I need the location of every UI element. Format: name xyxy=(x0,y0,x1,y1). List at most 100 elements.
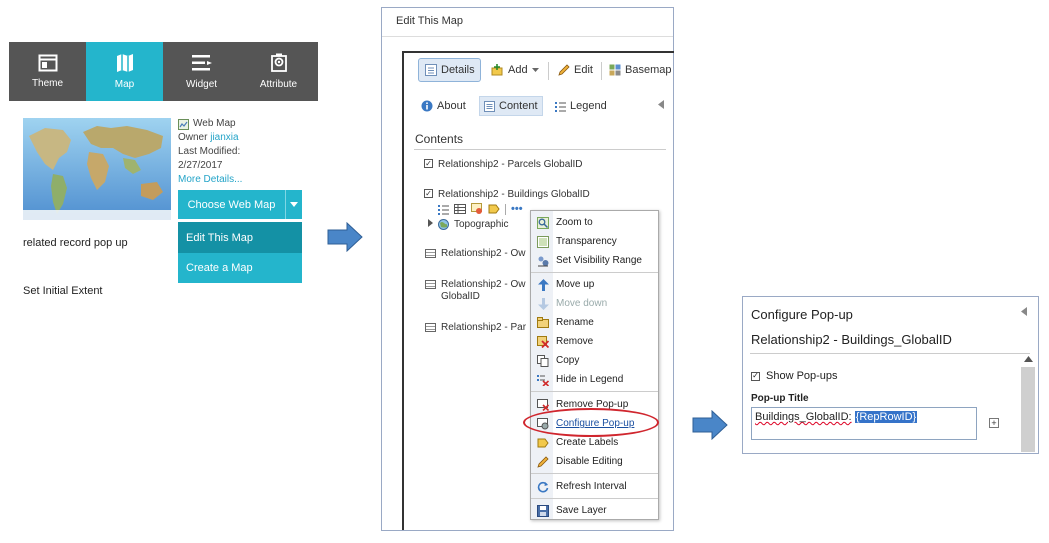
layer-name: Relationship2 - Parcels GlobalID xyxy=(438,159,583,170)
menu-item-copy[interactable]: Copy xyxy=(531,351,658,370)
divider xyxy=(414,149,666,150)
add-field-plus-icon[interactable]: + xyxy=(989,418,999,428)
menu-separator xyxy=(531,272,658,273)
show-popups-checkbox[interactable]: ✓ xyxy=(751,371,760,381)
choose-web-map-button[interactable]: Choose Web Map xyxy=(178,190,302,219)
tab-attribute-label: Attribute xyxy=(259,79,298,90)
menu-item-set-visibility-range[interactable]: Set Visibility Range xyxy=(531,251,658,270)
menu-item-move-down: Move down xyxy=(531,294,658,313)
collapse-panel-icon[interactable] xyxy=(658,100,664,109)
label-icon[interactable] xyxy=(488,203,500,215)
layer-name: Relationship2 - Buildings GlobalID xyxy=(438,189,590,200)
menu-item-label: Refresh Interval xyxy=(556,481,627,492)
add-button[interactable]: Add xyxy=(491,64,539,76)
scroll-up-icon[interactable] xyxy=(1024,356,1033,362)
table-icon xyxy=(425,249,436,258)
popup-icon[interactable] xyxy=(471,203,483,215)
tab-map[interactable]: Map xyxy=(86,42,163,101)
chevron-down-icon[interactable] xyxy=(285,190,302,219)
details-icon xyxy=(425,64,437,76)
set-initial-extent-label[interactable]: Set Initial Extent xyxy=(23,285,103,297)
menu-item-label: Copy xyxy=(556,355,580,366)
menu-item-rename[interactable]: Rename xyxy=(531,313,658,332)
layer-visibility-checkbox[interactable]: ✓ xyxy=(424,159,433,168)
menu-item-move-up[interactable]: Move up xyxy=(531,275,658,294)
layer-item-topographic[interactable]: Topographic xyxy=(428,219,508,230)
basemap-icon xyxy=(609,64,621,76)
create-a-map-menu-item[interactable]: Create a Map xyxy=(178,253,302,283)
right-arrow-icon xyxy=(692,410,728,440)
basemap-globe-icon xyxy=(438,219,449,230)
layer-name: Topographic xyxy=(454,219,509,230)
theme-icon xyxy=(38,54,57,72)
web-map-icon xyxy=(178,118,189,130)
edit-map-title: Edit This Map xyxy=(396,15,464,27)
expand-arrow-icon[interactable] xyxy=(428,219,433,227)
transparency-icon xyxy=(537,235,549,248)
layer-name: Relationship2 - Ow xyxy=(441,279,526,290)
toolbar-separator xyxy=(601,62,602,80)
menu-item-save-layer[interactable]: Save Layer xyxy=(531,501,658,520)
edit-button[interactable]: Edit xyxy=(558,64,593,76)
rename-icon xyxy=(537,317,549,328)
owner-link[interactable]: jianxia xyxy=(210,132,238,143)
menu-item-transparency[interactable]: Transparency xyxy=(531,232,658,251)
tab-about[interactable]: About xyxy=(421,96,466,116)
menu-item-label: Move up xyxy=(556,279,595,290)
layer-item-buildings[interactable]: ✓ Relationship2 - Buildings GlobalID xyxy=(424,189,590,200)
collapse-panel-icon[interactable] xyxy=(1021,307,1027,316)
details-button[interactable]: Details xyxy=(418,58,481,82)
tab-attribute[interactable]: Attribute xyxy=(240,42,317,101)
layer-visibility-checkbox[interactable]: ✓ xyxy=(424,189,433,198)
layer-item-parcels-table[interactable]: Relationship2 - Par xyxy=(425,322,526,333)
menu-item-zoom-to[interactable]: Zoom to xyxy=(531,213,658,232)
divider xyxy=(382,36,673,37)
tab-content[interactable]: Content xyxy=(479,96,543,116)
menu-item-label: Move down xyxy=(556,298,608,309)
menu-item-hide-in-legend[interactable]: Hide in Legend xyxy=(531,370,658,389)
menu-item-label: Create Labels xyxy=(556,437,619,448)
layer-item-owners-2[interactable]: Relationship2 - Ow xyxy=(425,279,525,290)
menu-item-label: Zoom to xyxy=(556,217,593,228)
last-modified-date: 2/27/2017 xyxy=(178,160,223,171)
menu-item-remove[interactable]: Remove xyxy=(531,332,658,351)
configure-popup-title: Configure Pop-up xyxy=(751,307,853,322)
visibility-range-icon xyxy=(538,256,549,266)
attribute-table-icon[interactable] xyxy=(454,204,466,214)
details-label: Details xyxy=(441,64,475,76)
add-layer-icon xyxy=(491,64,503,76)
layer-item-owners-1[interactable]: Relationship2 - Ow xyxy=(425,248,525,259)
scrollbar[interactable] xyxy=(1021,367,1035,452)
layer-item-parcels[interactable]: ✓ Relationship2 - Parcels GlobalID xyxy=(424,159,583,170)
menu-item-label: Transparency xyxy=(556,236,617,247)
popup-title-input[interactable]: Buildings_GlobalID: {RepRowID} xyxy=(751,407,977,440)
web-map-thumbnail[interactable] xyxy=(23,118,171,220)
toolbar-separator xyxy=(548,62,549,80)
chevron-down-icon xyxy=(531,67,539,72)
menu-item-label: Rename xyxy=(556,317,594,328)
attribute-icon xyxy=(270,53,287,72)
show-popups-option[interactable]: ✓ Show Pop-ups xyxy=(751,370,838,382)
hide-legend-icon xyxy=(537,374,549,386)
save-icon xyxy=(537,504,549,517)
tab-widget[interactable]: Widget xyxy=(163,42,240,101)
edit-this-map-menu-item[interactable]: Edit This Map xyxy=(178,222,302,253)
more-options-icon[interactable]: ••• xyxy=(511,204,523,215)
widget-icon xyxy=(191,55,212,71)
menu-item-refresh-interval[interactable]: Refresh Interval xyxy=(531,477,658,496)
more-details-link[interactable]: More Details... xyxy=(178,173,242,187)
layer-context-menu: Zoom to Transparency Set Visibility Rang… xyxy=(530,210,659,520)
tab-theme[interactable]: Theme xyxy=(9,42,86,101)
menu-separator xyxy=(531,498,658,499)
web-map-info: Web Map Owner jianxia Last Modified: 2/2… xyxy=(178,117,242,187)
remove-popup-icon xyxy=(537,398,549,411)
owner-label: Owner xyxy=(178,132,208,143)
builder-tab-bar: Theme Map Widget Attribute xyxy=(9,42,318,101)
tab-widget-label: Widget xyxy=(185,79,218,90)
menu-item-label: Remove xyxy=(556,336,594,347)
tab-legend[interactable]: Legend xyxy=(555,96,607,116)
legend-toggle-icon[interactable] xyxy=(438,204,449,215)
basemap-button[interactable]: Basemap xyxy=(609,64,671,76)
menu-item-disable-editing[interactable]: Disable Editing xyxy=(531,452,658,471)
info-icon xyxy=(421,100,433,112)
